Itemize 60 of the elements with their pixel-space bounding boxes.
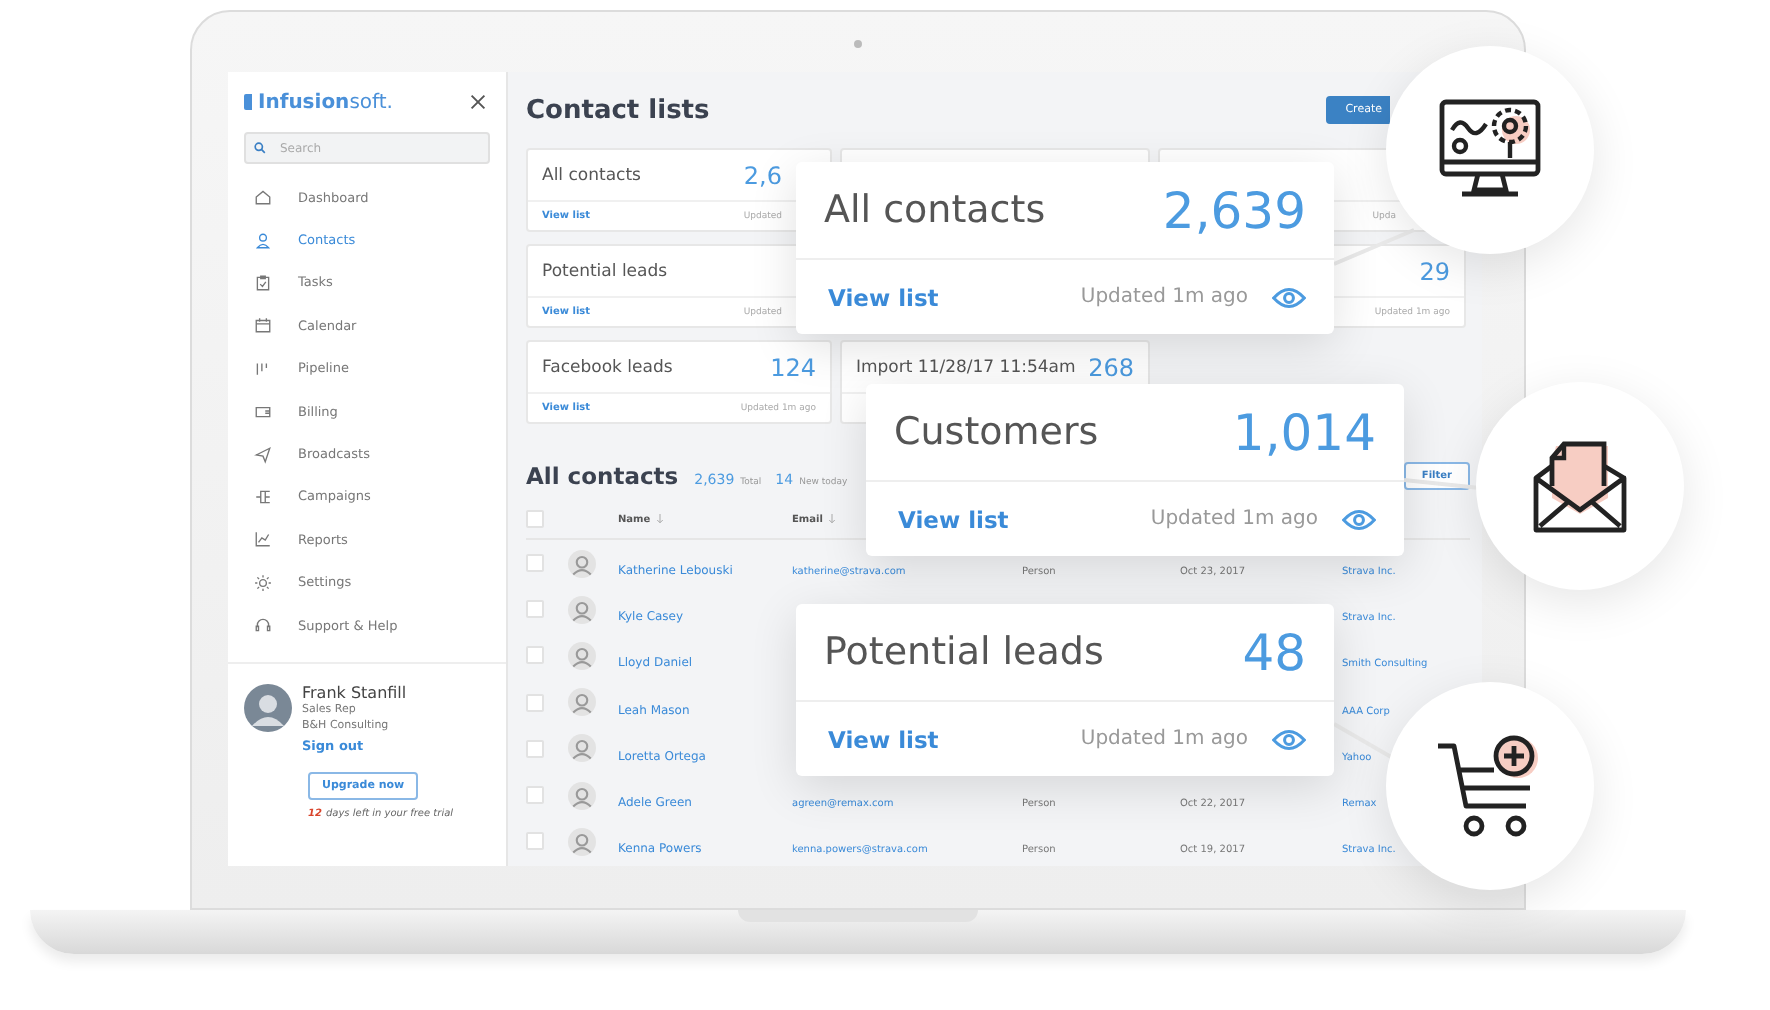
list-count: 2,6 [743, 161, 782, 189]
user-name: Frank Stanfill [302, 684, 407, 703]
list-count: 2,639 [1162, 181, 1306, 239]
updated-time: Updated 1m ago [1080, 286, 1248, 308]
list-count: 124 [770, 353, 816, 381]
avatar-icon [568, 781, 596, 810]
checkbox[interactable] [526, 510, 544, 528]
avatar-icon [568, 549, 596, 578]
logo: Infusionsoft. [258, 91, 393, 113]
logo-icon [244, 94, 252, 110]
calendar-icon [254, 316, 272, 335]
list-title: Potential leads [542, 261, 668, 281]
list-title: Facebook leads [542, 357, 673, 377]
camera-icon [854, 40, 862, 48]
settings-icon [254, 573, 272, 592]
list-count: 29 [1419, 257, 1450, 285]
checkbox[interactable] [526, 693, 544, 712]
sort-arrow-icon[interactable] [828, 514, 837, 524]
person-icon [254, 231, 272, 250]
view-list-link[interactable]: View list [898, 505, 1009, 533]
list-title: Customers [894, 410, 1099, 454]
eye-icon[interactable] [1342, 507, 1376, 531]
checkbox[interactable] [526, 646, 544, 665]
page-title: Contact lists [526, 95, 710, 125]
view-list-link[interactable]: View list [828, 725, 939, 753]
headset-icon [254, 616, 272, 635]
avatar [244, 684, 292, 733]
section-title: All contacts [526, 462, 679, 490]
chart-icon [254, 530, 272, 549]
view-list-link[interactable]: View list [828, 283, 939, 311]
eye-icon[interactable] [1272, 727, 1306, 751]
checkbox[interactable] [526, 739, 544, 758]
search-icon [254, 142, 266, 154]
avatar-icon [568, 595, 596, 624]
list-title: Import 11/28/17 11:54am [856, 357, 1076, 377]
checkbox[interactable] [526, 786, 544, 805]
list-title: All contacts [542, 165, 641, 185]
eye-icon[interactable] [1272, 285, 1306, 309]
avatar-icon [568, 827, 596, 856]
checkbox[interactable] [526, 832, 544, 851]
updated-time: Updated 1m ago [1150, 508, 1318, 530]
list-count: 48 [1242, 623, 1306, 681]
updated-time: Updated 1m ago [1080, 728, 1248, 750]
house-icon [254, 188, 272, 207]
avatar-icon [568, 734, 596, 763]
paper-plane-icon [254, 445, 272, 464]
sort-arrow-icon[interactable] [656, 514, 665, 524]
list-count: 1,014 [1232, 403, 1376, 461]
avatar-icon [568, 688, 596, 717]
list-title: All contacts [824, 188, 1046, 232]
checkbox[interactable] [526, 600, 544, 619]
list-count: 268 [1088, 353, 1134, 381]
hierarchy-icon [254, 487, 272, 506]
avatar-icon [568, 641, 596, 670]
close-icon[interactable] [470, 94, 486, 110]
checkbox[interactable] [526, 554, 544, 573]
wallet-icon [254, 402, 272, 421]
bars-icon [254, 359, 272, 378]
clipboard-icon [254, 273, 272, 292]
list-title: Potential leads [824, 630, 1104, 674]
